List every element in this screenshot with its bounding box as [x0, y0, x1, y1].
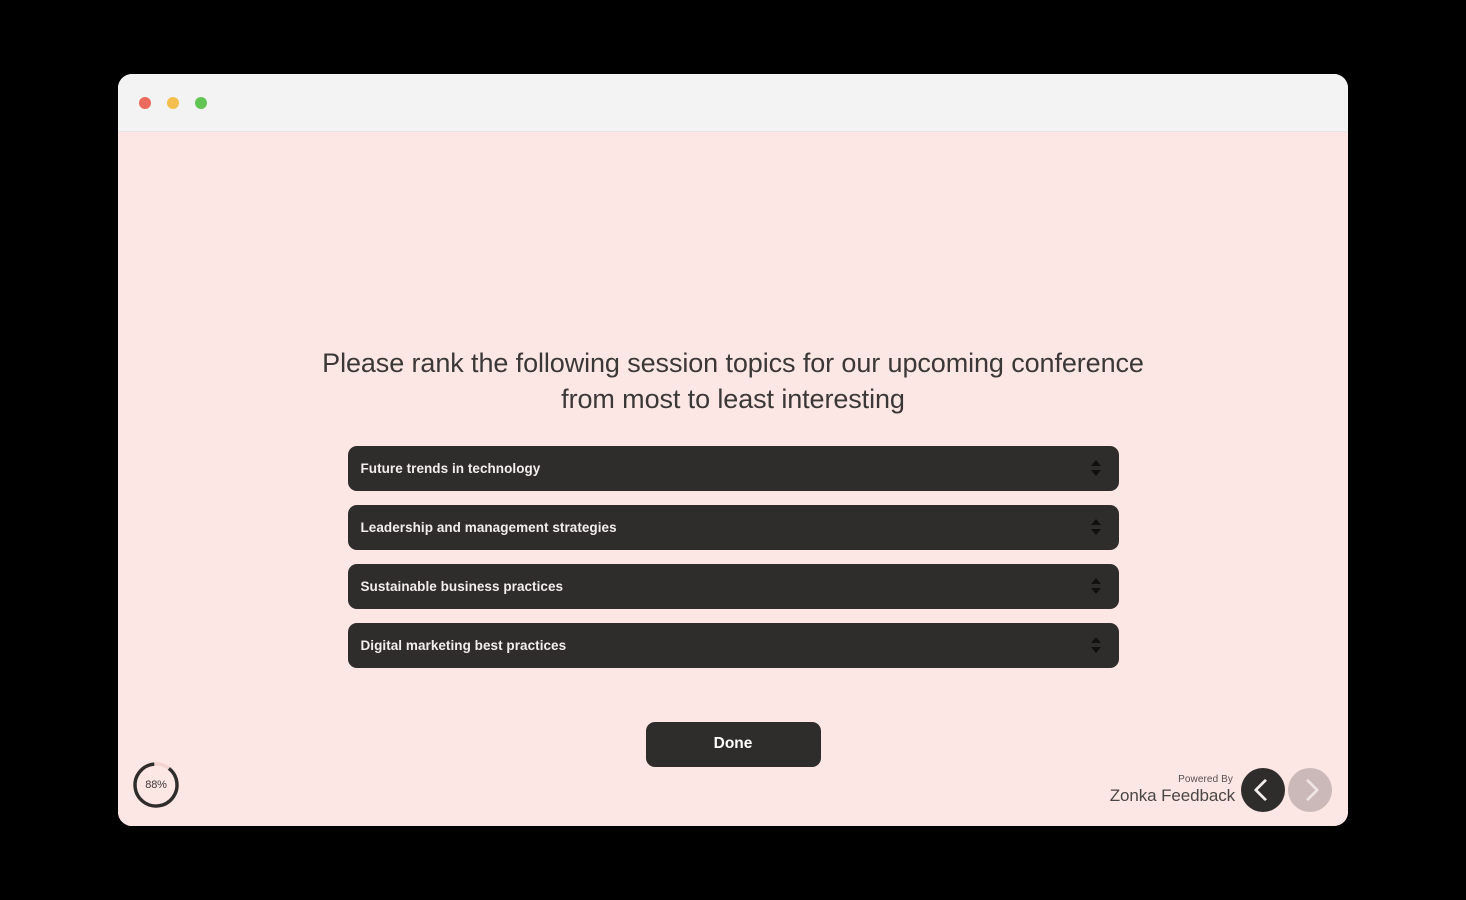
survey-question: Please rank the following session topics… — [322, 348, 1144, 414]
brand-name-label: Zonka Feedback — [1109, 786, 1235, 806]
powered-by-label: Powered By — [1178, 773, 1233, 785]
survey-body: Please rank the following session topics… — [118, 132, 1348, 826]
up-down-arrows-icon[interactable] — [1090, 574, 1103, 598]
progress-indicator: 88% — [131, 760, 181, 810]
progress-percent-label: 88% — [145, 779, 167, 791]
chevron-right-icon — [1296, 778, 1320, 802]
close-window-button[interactable] — [139, 96, 151, 109]
ranking-item-label: Sustainable business practices — [360, 578, 564, 594]
screen: Please rank the following session topics… — [0, 0, 1466, 900]
survey-footer: Powered By Zonka Feedback — [1110, 768, 1332, 812]
survey-content: Please rank the following session topics… — [118, 132, 1348, 767]
up-down-arrows-icon[interactable] — [1090, 456, 1103, 480]
traffic-lights — [139, 96, 207, 109]
minimize-window-button[interactable] — [167, 96, 179, 109]
next-page-button[interactable] — [1288, 768, 1332, 812]
up-down-arrows-icon[interactable] — [1090, 633, 1103, 657]
done-button[interactable]: Done — [645, 721, 821, 767]
browser-window: Please rank the following session topics… — [118, 74, 1348, 826]
submit-row: Done — [645, 721, 821, 767]
ranking-item-2[interactable]: Leadership and management strategies — [347, 504, 1119, 550]
previous-page-button[interactable] — [1241, 768, 1285, 812]
chevron-left-icon — [1253, 778, 1277, 802]
ranking-item-label: Future trends in technology — [360, 460, 541, 476]
maximize-window-button[interactable] — [195, 96, 207, 109]
ranking-item-4[interactable]: Digital marketing best practices — [347, 622, 1119, 668]
up-down-arrows-icon[interactable] — [1090, 515, 1103, 539]
window-titlebar — [118, 74, 1348, 132]
branding: Powered By Zonka Feedback — [1109, 773, 1235, 806]
ranking-list: Future trends in technology Leadership a… — [347, 445, 1119, 668]
ranking-item-1[interactable]: Future trends in technology — [347, 445, 1119, 491]
ranking-item-label: Leadership and management strategies — [360, 519, 617, 535]
ranking-item-3[interactable]: Sustainable business practices — [347, 563, 1119, 609]
ranking-item-label: Digital marketing best practices — [360, 637, 567, 653]
